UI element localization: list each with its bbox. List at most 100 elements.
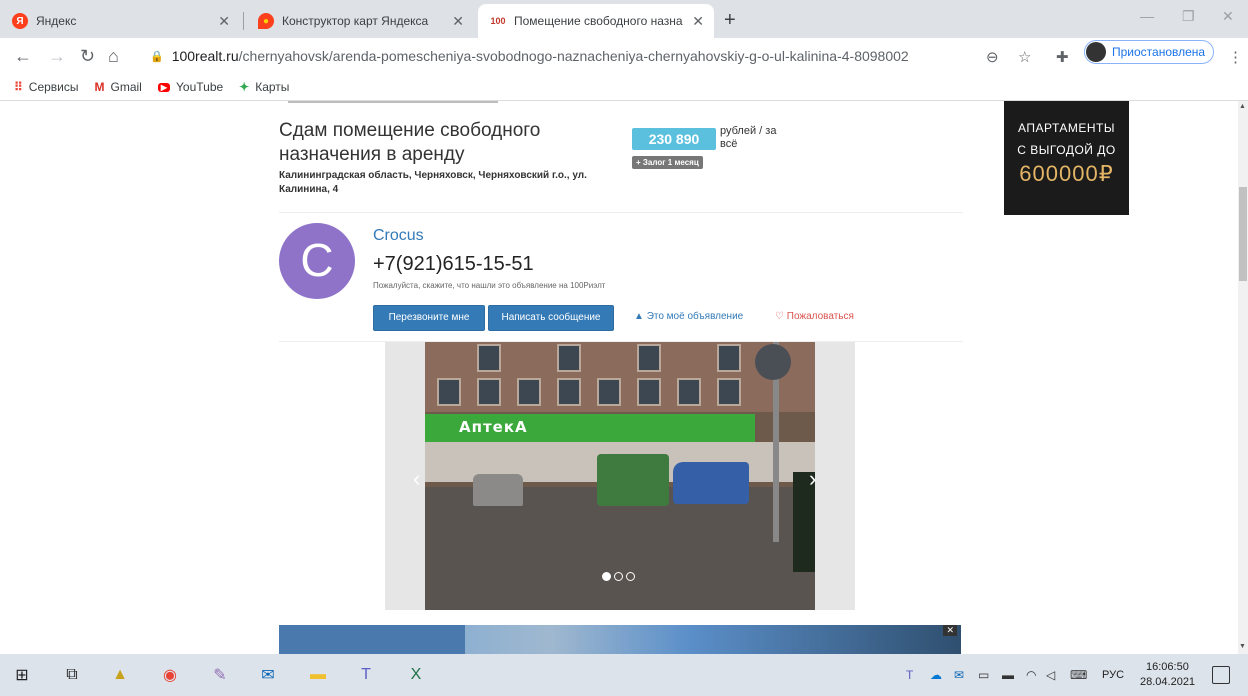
window [517,378,541,406]
bottom-advertisement[interactable]: ✕ [279,625,961,654]
menu-icon[interactable]: ⋮ [1228,48,1243,66]
close-window-icon[interactable]: ✕ [1222,8,1234,25]
message-button[interactable]: Написать сообщение [488,305,614,331]
profile-label: Приостановлена [1112,45,1206,59]
bookmark-services[interactable]: ⠿ Сервисы [14,80,79,94]
callback-button[interactable]: Перезвоните мне [373,305,485,331]
url-path: /chernyahovsk/arenda-pomescheniya-svobod… [238,48,909,64]
window [717,378,741,406]
zoom-icon[interactable]: ⊖ [986,48,999,66]
bookmark-star-icon[interactable]: ☆ [1018,48,1031,66]
seller-name-link[interactable]: Crocus [373,227,424,245]
window [477,378,501,406]
contact-note: Пожалуйста, скажите, что нашли это объяв… [373,281,606,290]
back-icon[interactable]: ← [14,46,32,67]
apps-grid-icon: ⠿ [14,80,23,94]
tab-strip: Я Яндекс ✕ ● Конструктор карт Яндекса ✕ … [0,0,1248,38]
maps-icon: ✦ [239,80,250,94]
window [557,378,581,406]
price-badge: 230 890 [632,128,716,150]
gallery-dot[interactable] [614,572,623,581]
url-host: 100realt.ru [171,48,239,64]
close-tab-icon[interactable]: ✕ [452,13,464,30]
extensions-icon[interactable]: ✚ [1056,48,1069,66]
gallery-dot-active[interactable] [602,572,611,581]
home-icon[interactable]: ⌂ [108,46,119,67]
battery-icon[interactable]: ▬ [1002,668,1014,682]
wifi-icon[interactable]: ◠ [1026,668,1036,682]
chrome-icon[interactable]: ◉ [158,663,182,687]
close-tab-icon[interactable]: ✕ [692,13,704,30]
page-scrollbar[interactable]: ▲ ▼ [1238,101,1248,654]
page-content: Сдам помещение свободного назначения в а… [0,101,1238,654]
onedrive-icon[interactable]: ☁ [930,668,942,682]
tab-yandex[interactable]: Я Яндекс ✕ [0,4,240,38]
bookmark-label: Сервисы [28,80,79,94]
bookmark-gmail[interactable]: M Gmail [95,80,142,94]
forward-icon[interactable]: → [48,46,66,67]
ad-line: С ВЫГОДОЙ ДО [1017,143,1116,157]
address-bar[interactable]: 🔒 100realt.ru/chernyahovsk/arenda-pomesc… [140,42,1020,70]
divider [288,101,498,103]
next-photo-icon[interactable]: › [809,466,816,492]
road-sign [755,344,791,380]
outlook-icon[interactable]: ✉ [256,663,280,687]
window [557,344,581,372]
youtube-icon: ▶ [157,82,171,92]
clock-date[interactable]: 28.04.2021 [1140,676,1195,688]
notification-icon[interactable] [1212,666,1230,684]
prev-photo-icon[interactable]: ‹ [413,466,420,492]
tab-100realt[interactable]: 100 Помещение свободного назна ✕ [478,4,714,38]
file-explorer-icon[interactable]: ▬ [306,663,330,687]
windows-start-icon[interactable]: ⊞ [10,663,34,687]
avatar [1086,42,1106,62]
gallery-dot[interactable] [626,572,635,581]
close-tab-icon[interactable]: ✕ [218,13,230,30]
display-icon[interactable]: ▭ [978,668,989,682]
keyboard-icon[interactable]: ⌨ [1070,668,1087,682]
teams-icon[interactable]: T [354,663,378,687]
bookmark-maps[interactable]: ✦ Карты [239,80,289,94]
restore-icon[interactable]: ❐ [1182,8,1195,25]
photo-gallery[interactable]: АптекА ‹ › [385,342,855,610]
ad-price: 600000₽ [1019,161,1114,186]
scroll-up-icon[interactable]: ▲ [1239,103,1246,110]
teams-tray-icon[interactable]: T [906,668,913,682]
scrollbar-thumb[interactable] [1239,187,1247,281]
window [717,344,741,372]
listing-title: Сдам помещение свободного назначения в а… [279,120,541,165]
seller-phone[interactable]: +7(921)615-15-51 [373,253,534,276]
chart-app-icon[interactable]: ▲ [108,663,132,687]
window [637,344,661,372]
scroll-down-icon[interactable]: ▼ [1239,643,1246,650]
window [477,344,501,372]
seller-avatar: C [279,223,355,299]
gallery-pagination [602,572,635,581]
volume-icon[interactable]: ◁ [1046,668,1055,682]
ad-image [279,625,465,654]
minimize-icon[interactable]: — [1140,8,1154,24]
complain-label: Пожаловаться [786,311,854,322]
outlook-tray-icon[interactable]: ✉ [954,668,964,682]
tab-yandex-maps[interactable]: ● Конструктор карт Яндекса ✕ [246,4,474,38]
complain-link[interactable]: ♡ Пожаловаться [775,311,854,322]
side-advertisement[interactable]: АПАРТАМЕНТЫ С ВЫГОДОЙ ДО 600000₽ [1004,101,1129,215]
profile-button[interactable]: Приостановлена [1084,40,1215,64]
reload-icon[interactable]: ↻ [80,46,95,67]
bookmarks-bar: ⠿ Сервисы M Gmail ▶ YouTube ✦ Карты [0,74,1248,101]
listing-photo: АптекА [425,342,815,610]
blue-van [673,462,749,504]
excel-icon[interactable]: X [404,663,428,687]
my-ad-link[interactable]: ▲ Это моё объявление [634,311,743,322]
clock-time[interactable]: 16:06:50 [1146,661,1189,673]
bookmark-label: YouTube [176,80,224,94]
my-ad-label: Это моё объявление [646,311,744,322]
window [597,378,621,406]
paint-icon[interactable]: ✎ [208,663,232,687]
bookmark-youtube[interactable]: ▶ YouTube [157,80,224,94]
input-language[interactable]: РУС [1102,669,1124,681]
task-view-icon[interactable]: ⧉ [60,663,84,687]
browser-toolbar: ← → ↻ ⌂ 🔒 100realt.ru/chernyahovsk/arend… [0,38,1248,74]
new-tab-button[interactable]: + [724,9,736,32]
close-ad-icon[interactable]: ✕ [943,625,957,636]
